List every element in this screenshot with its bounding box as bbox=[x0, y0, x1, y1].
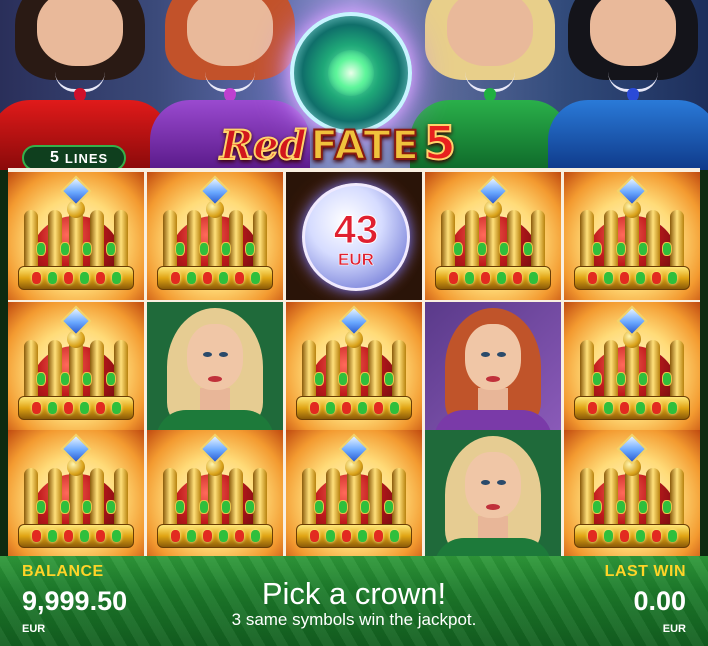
reel-cell-crown[interactable] bbox=[147, 430, 283, 558]
crown-symbol bbox=[570, 305, 694, 426]
reel-cell-crown[interactable] bbox=[8, 302, 144, 430]
crown-symbol bbox=[431, 175, 555, 296]
message-title: Pick a crown! bbox=[261, 576, 447, 611]
logo-number: 5 bbox=[423, 115, 457, 170]
lines-label: LINES bbox=[64, 150, 109, 166]
reel-cell-crown[interactable] bbox=[8, 430, 144, 558]
message-subtitle: 3 same symbols win the jackpot. bbox=[231, 610, 477, 629]
logo-word-red: Red bbox=[219, 121, 308, 170]
crown-symbol bbox=[570, 175, 694, 296]
reel-cell-crown[interactable] bbox=[425, 172, 561, 300]
reel-cell-redhead-lady bbox=[425, 302, 561, 430]
reel-cell-crown[interactable] bbox=[147, 172, 283, 300]
logo-word-fate: FATE bbox=[310, 122, 420, 170]
crown-symbol bbox=[570, 433, 694, 554]
reel-cell-blonde-lady bbox=[147, 302, 283, 430]
lines-indicator: 5 LINES bbox=[22, 145, 126, 170]
game-header-banner: Red FATE 5 5 LINES bbox=[0, 0, 708, 170]
reel-cell-crown[interactable] bbox=[564, 302, 700, 430]
reel-cell-crown[interactable] bbox=[8, 172, 144, 300]
reel-cell-crown[interactable] bbox=[564, 172, 700, 300]
crown-symbol bbox=[292, 433, 416, 554]
reel-cell-crown[interactable] bbox=[286, 302, 422, 430]
lady-blue-dress bbox=[548, 0, 708, 170]
lines-count: 5 bbox=[50, 149, 59, 166]
game-logo: Red FATE 5 bbox=[219, 115, 457, 170]
reel-cell-blonde-lady bbox=[425, 430, 561, 558]
crown-symbol bbox=[292, 305, 416, 426]
crown-symbol bbox=[14, 175, 138, 296]
crown-symbol bbox=[14, 433, 138, 554]
reel-cell-crown[interactable] bbox=[286, 430, 422, 558]
jackpot-value: 43 bbox=[333, 208, 379, 252]
jackpot-currency: EUR bbox=[338, 250, 374, 270]
crown-symbol bbox=[153, 433, 277, 554]
crown-symbol bbox=[14, 305, 138, 426]
jackpot-orb: 43 EUR bbox=[302, 183, 410, 291]
crown-symbol bbox=[153, 175, 277, 296]
reel-cell-crown[interactable] bbox=[564, 430, 700, 558]
